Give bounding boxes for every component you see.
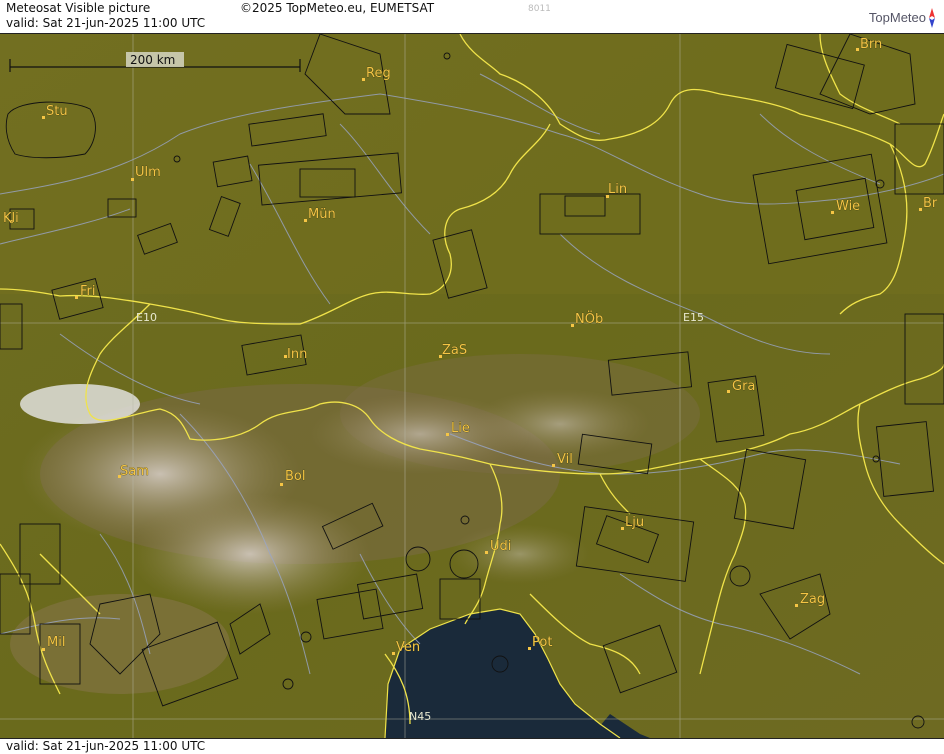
city-label: Pot bbox=[532, 635, 552, 650]
copyright-text: ©2025 TopMeteo.eu, EUMETSAT bbox=[240, 1, 435, 15]
city-label: Mün bbox=[308, 207, 336, 222]
grid-label-e15: E15 bbox=[683, 311, 704, 324]
lowland-tint bbox=[0, 34, 944, 294]
map-title: Meteosat Visible picture bbox=[6, 1, 151, 15]
city-label: Sam bbox=[120, 464, 149, 479]
city-label: Lie bbox=[451, 421, 470, 436]
compass-logo-icon bbox=[929, 8, 935, 28]
city-label: Lin bbox=[608, 182, 627, 197]
city-label: Bol bbox=[285, 469, 305, 484]
grid-label-e10: E10 bbox=[136, 311, 157, 324]
city-label: Stu bbox=[46, 104, 68, 119]
valid-time: valid: Sat 21-jun-2025 11:00 UTC bbox=[6, 16, 206, 30]
grid-label-n45: N45 bbox=[409, 710, 431, 723]
city-label: Wie bbox=[836, 199, 860, 214]
city-label: Ulm bbox=[135, 165, 161, 180]
city-label: NÖb bbox=[575, 310, 603, 327]
city-label: Br bbox=[923, 196, 938, 211]
header-bar: Meteosat Visible picture ©2025 TopMeteo.… bbox=[0, 0, 944, 34]
scale-bar-label: 200 km bbox=[130, 53, 175, 67]
city-label: Brn bbox=[860, 37, 882, 52]
city-label: Reg bbox=[366, 66, 391, 81]
footer-bar: valid: Sat 21-jun-2025 11:00 UTC bbox=[0, 738, 944, 754]
city-label: Inn bbox=[287, 347, 307, 362]
city-label: Mil bbox=[47, 635, 65, 650]
image-code: 8011 bbox=[528, 4, 551, 14]
city-label: Gra bbox=[732, 379, 755, 394]
city-label: Ven bbox=[396, 640, 420, 655]
map-canvas: 200 km E10 E15 N45 Brn Reg Stu Ulm Lin M… bbox=[0, 34, 944, 738]
city-label: Kli bbox=[3, 211, 19, 226]
city-label: Zag bbox=[800, 592, 825, 607]
city-label: Fri bbox=[80, 284, 96, 299]
city-label: Lju bbox=[625, 515, 644, 530]
satellite-map[interactable]: 200 km E10 E15 N45 Brn Reg Stu Ulm Lin M… bbox=[0, 34, 944, 738]
city-label: Udi bbox=[490, 539, 511, 554]
footer-valid-time: valid: Sat 21-jun-2025 11:00 UTC bbox=[6, 739, 206, 753]
city-label: ZaS bbox=[442, 343, 467, 358]
city-label: Vil bbox=[557, 452, 573, 467]
